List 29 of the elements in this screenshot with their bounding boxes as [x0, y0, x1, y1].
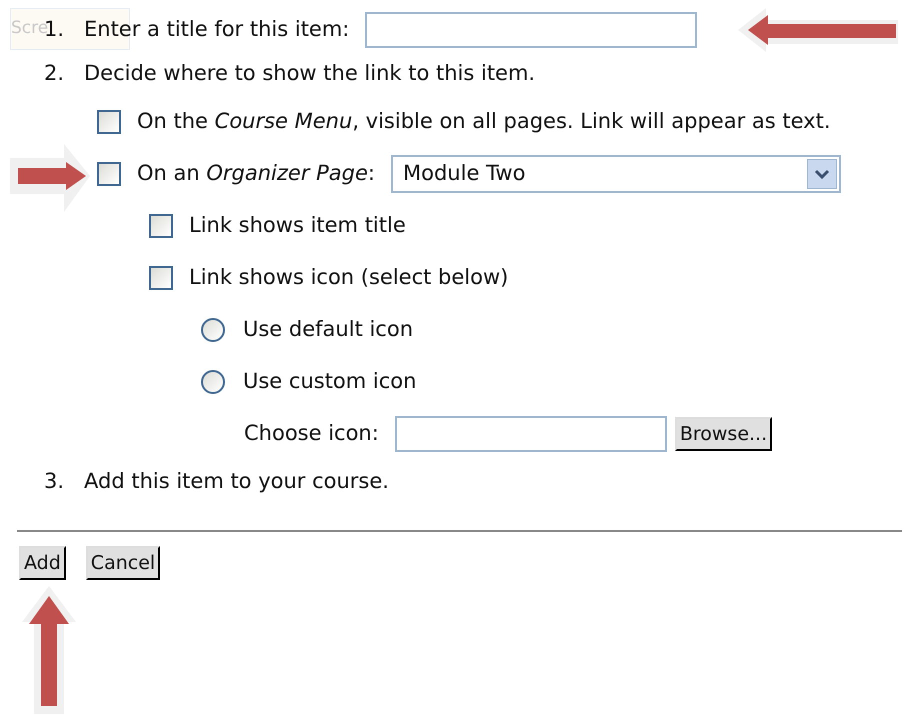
checkbox[interactable]: [97, 110, 121, 134]
checkbox[interactable]: [149, 214, 173, 238]
option-label: Link shows icon (select below): [189, 264, 508, 292]
arrow-icon: [736, 6, 900, 54]
form-button[interactable]: Add: [19, 546, 66, 580]
dropdown-icon: [814, 168, 830, 180]
option-label: Use default icon: [243, 316, 414, 344]
radio-button[interactable]: [201, 318, 225, 342]
title-field[interactable]: [365, 12, 698, 48]
radio-button[interactable]: [201, 370, 225, 394]
option-label: On the Course Menu, visible on all pages. Link will appear as text.: [137, 108, 831, 136]
step-label: Enter a title for this item:: [84, 16, 350, 44]
step-number: 3.: [44, 469, 64, 494]
select-value: Module Two: [403, 160, 526, 188]
browse-button[interactable]: Browse...: [674, 417, 772, 451]
step-number: 2.: [44, 61, 64, 86]
module-select[interactable]: Module Two: [391, 155, 841, 193]
file-field[interactable]: [394, 416, 667, 452]
form-button[interactable]: Cancel: [86, 546, 160, 580]
step-label: Add this item to your course.: [84, 468, 389, 496]
field-label: Choose icon:: [244, 420, 379, 448]
option-label: Use custom icon: [243, 368, 416, 396]
arrow-icon: [20, 584, 78, 716]
arrow-icon: [8, 142, 92, 214]
checkbox[interactable]: [97, 162, 121, 186]
step-label: Decide where to show the link to this item.: [84, 60, 536, 88]
option-label: On an Organizer Page:: [137, 160, 375, 188]
checkbox[interactable]: [149, 266, 173, 290]
option-label: Link shows item title: [189, 212, 406, 240]
